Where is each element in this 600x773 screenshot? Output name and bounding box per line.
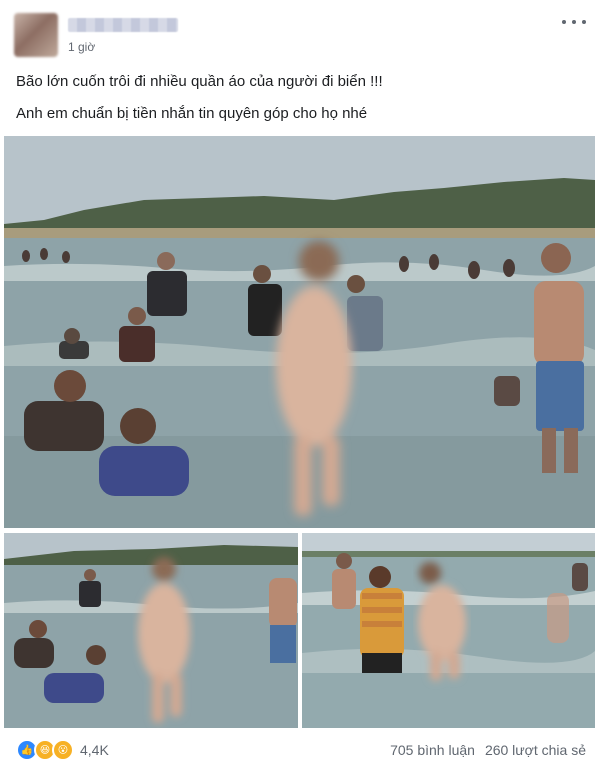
post-timestamp[interactable]: 1 giờ	[68, 40, 95, 54]
photo-bottom-left[interactable]	[4, 533, 298, 728]
post-text: Bão lớn cuốn trôi đi nhiều quần áo của n…	[16, 72, 586, 136]
dot-icon	[572, 20, 576, 24]
dot-icon	[562, 20, 566, 24]
reaction-count: 4,4K	[80, 742, 109, 758]
dot-icon	[582, 20, 586, 24]
post-stats: 705 bình luận 260 lượt chia sẻ	[390, 742, 586, 758]
post-text-line-1: Bão lớn cuốn trôi đi nhiều quần áo của n…	[16, 73, 383, 90]
photo-bottom-right[interactable]	[302, 533, 595, 728]
facebook-post: 1 giờ Bão lớn cuốn trôi đi nhiều quần áo…	[0, 0, 600, 773]
beach-photo	[4, 533, 298, 728]
shares-count[interactable]: 260 lượt chia sẻ	[485, 742, 586, 758]
reactions-summary[interactable]: 👍 😆 😮 4,4K	[16, 739, 109, 761]
comments-count[interactable]: 705 bình luận	[390, 742, 475, 758]
more-options-button[interactable]	[562, 14, 586, 30]
beach-photo	[4, 136, 595, 528]
photo-main[interactable]	[4, 136, 595, 528]
post-text-line-2: Anh em chuẩn bị tiền nhắn tin quyên góp …	[16, 105, 368, 122]
author-avatar[interactable]	[14, 13, 58, 57]
author-name-blurred[interactable]	[68, 18, 178, 32]
beach-photo	[302, 533, 595, 728]
wow-icon: 😮	[52, 739, 74, 761]
